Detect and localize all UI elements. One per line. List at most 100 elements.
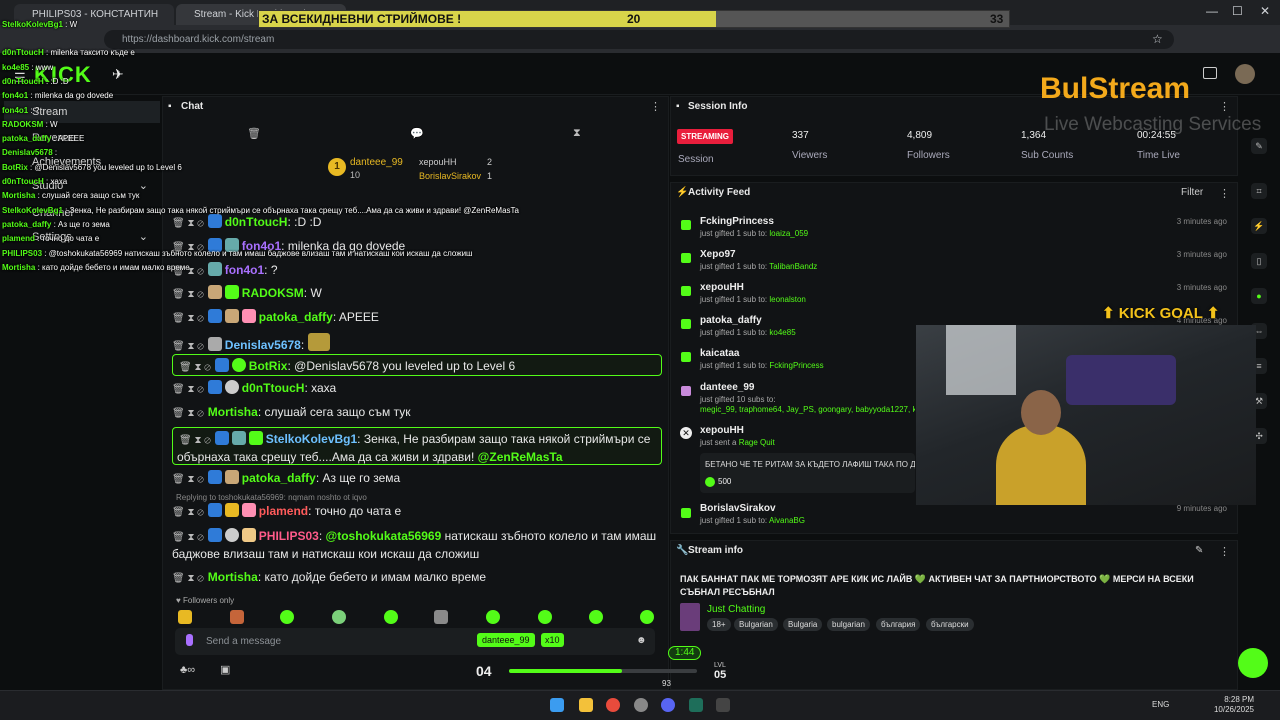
chat-username[interactable]: Mortisha [208,570,258,584]
chat-message[interactable]: 🗑 ⧗ ⊘ patoka_daffy: APEEE [172,309,662,327]
chat-message-highlighted[interactable]: 🗑 ⧗ ⊘ BotRix: @Denislav5678 you leveled u… [172,354,662,376]
chat-bubble-icon[interactable]: ● [1251,288,1267,304]
tv-icon[interactable] [1203,67,1217,79]
emote-button[interactable] [538,610,552,624]
activity-user[interactable]: FckingPrincess [700,216,774,227]
chat-username[interactable]: RADOKSM [242,286,304,300]
activity-user[interactable]: xepouHH [700,425,744,436]
emoji-icon[interactable]: ☻ [636,635,647,646]
chat-message[interactable]: 🗑 ⧗ ⊘ PHILIPS03: @toshokukata56969 натиск… [172,528,662,564]
chat-message-highlighted[interactable]: 🗑 ⧗ ⊘ StelkoKolevBg1: Зенка, Не разбирам … [172,427,662,465]
speech-icon[interactable]: 💬 [410,127,424,140]
filter-button[interactable]: Filter [1181,187,1203,198]
emote-button[interactable] [230,610,244,624]
trash-icon[interactable]: 🗑 [247,127,261,140]
maximize-icon[interactable]: ☐ [1232,4,1243,18]
url-input[interactable]: https://dashboard.kick.com/stream [104,30,1174,49]
discord-icon[interactable] [661,698,675,712]
category-thumbnail[interactable] [680,603,700,631]
pencil-icon[interactable]: ✎ [1251,138,1267,154]
chat-username[interactable]: StelkoKolevBg1 [266,432,357,446]
emote-button[interactable] [280,610,294,624]
tag[interactable]: Bulgarian [734,618,778,631]
chat-username[interactable]: d0nTtoucH [242,381,305,395]
emote-button[interactable] [486,610,500,624]
mic-icon[interactable] [186,634,193,646]
chat-message[interactable]: 🗑 ⧗ ⊘ patoka_daffy: Аз ще го зема [172,470,662,488]
chat-username[interactable]: patoka_daffy [259,310,333,324]
gift-icon [681,352,691,362]
gift-icon [681,286,691,296]
chat-message[interactable]: 🗑 ⧗ ⊘ Mortisha: като дойде бебето и имам … [172,569,662,587]
activity-text: just gifted 10 subs to: [700,395,776,404]
emote-button[interactable] [332,610,346,624]
close-icon[interactable]: ✕ [1260,4,1270,18]
emote-button[interactable] [434,610,448,624]
chat-message[interactable]: 🗑 ⧗ ⊘ fon4o1: ? [172,262,662,280]
rocket-icon[interactable]: ✈ [112,66,124,83]
emote-button[interactable] [640,610,654,624]
activity-more-icon[interactable]: ⋮ [1219,187,1230,200]
stream-info-more-icon[interactable]: ⋮ [1219,545,1230,558]
chat-more-icon[interactable]: ⋮ [650,100,661,113]
lightning-icon[interactable]: ⚡ [1251,218,1267,234]
activity-user[interactable]: patoka_daffy [700,315,762,326]
chat-username[interactable]: fon4o1 [225,263,264,277]
activity-user[interactable]: Xepo97 [700,249,736,260]
terminal-icon[interactable] [716,698,730,712]
emote-button[interactable] [589,610,603,624]
chat-username[interactable]: Mortisha [208,405,258,419]
chat-username[interactable]: d0nTtoucH [225,215,288,229]
active-count-pill: x10 [541,633,564,647]
overlay-chat-line: ko4e85 : www [2,63,54,72]
chat-username[interactable]: patoka_daffy [242,471,316,485]
chat-mention[interactable]: @toshokukata56969 [326,529,442,543]
crop-icon[interactable]: ⌗ [1251,183,1267,199]
gift-icon[interactable]: ▣ [220,663,230,676]
app-icon[interactable] [689,698,703,712]
clock-date[interactable]: 10/26/2025 [1212,705,1254,714]
chat-username[interactable]: PHILIPS03 [259,529,319,543]
activity-user[interactable]: BorislavSirakov [700,503,776,514]
gift-icon [681,508,691,518]
emote-button[interactable] [178,610,192,624]
tag[interactable]: Bulgaria [783,618,823,631]
hourglass-icon[interactable]: ⧗ [573,127,581,140]
chat-message[interactable]: 🗑 ⧗ ⊘ RADOKSM: W [172,285,662,303]
clock-time[interactable]: 8:28 PM [1222,695,1254,704]
mod-actions-icon: 🗑 ⧗ ⊘ [172,474,204,485]
tag[interactable]: 18+ [707,618,731,631]
tag[interactable]: българия [876,618,921,631]
chat-message[interactable]: 🗑 ⧗ ⊘ Mortisha: слушай сега защо съм тук [172,404,662,422]
chat-message[interactable]: 🗑 ⧗ ⊘ d0nTtoucH: :D :D [172,214,662,232]
file-explorer-icon[interactable] [579,698,593,712]
activity-user[interactable]: kaicataa [700,348,739,359]
chat-mention[interactable]: @ZenReMasTa [478,450,563,464]
chrome-icon[interactable] [606,698,620,712]
chat-username[interactable]: BotRix [249,359,288,373]
edit-icon[interactable]: ✎ [1195,545,1203,556]
obs-icon[interactable] [634,698,648,712]
session-more-icon[interactable]: ⋮ [1219,100,1230,113]
avatar[interactable] [1235,64,1255,84]
activity-user[interactable]: danteee_99 [700,382,754,393]
chat-message[interactable]: 🗑 ⧗ ⊘ Denislav5678: [172,333,662,355]
support-chat-button[interactable] [1238,648,1268,678]
chat-message[interactable]: 🗑 ⧗ ⊘ plamend: точно до чата е [172,503,662,521]
overlay-chat-line: Denislav5678 : [2,148,58,157]
activity-user[interactable]: xepouHH [700,282,744,293]
chat-message-input[interactable]: Send a message [175,628,655,655]
tag[interactable]: bulgarian [827,618,870,631]
input-language[interactable]: ENG [1152,700,1169,709]
tag[interactable]: български [926,618,974,631]
chat-username[interactable]: Denislav5678 [225,338,301,352]
bookmark-star-icon[interactable]: ☆ [1152,32,1163,46]
points-icon[interactable]: ♣∞ [180,664,195,676]
category-name[interactable]: Just Chatting [707,604,765,615]
emote-button[interactable] [384,610,398,624]
start-icon[interactable] [550,698,564,712]
chat-message[interactable]: 🗑 ⧗ ⊘ d0nTtoucH: хаха [172,380,662,398]
minimize-icon[interactable]: — [1206,4,1218,18]
chat-username[interactable]: plamend [259,504,308,518]
phone-icon[interactable]: ▯ [1251,253,1267,269]
